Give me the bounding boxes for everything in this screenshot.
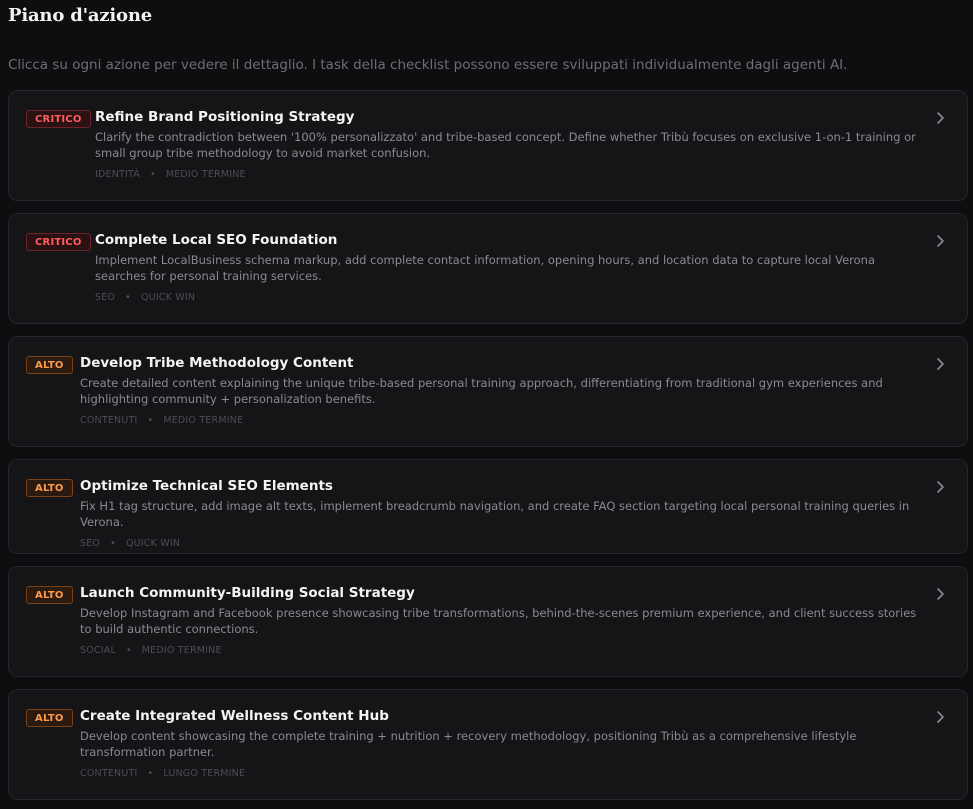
separator-dot: • — [125, 645, 132, 656]
chevron-right-icon[interactable] — [934, 480, 946, 494]
action-card[interactable]: ALTO Optimize Technical SEO Elements Fix… — [8, 459, 968, 554]
action-content: Refine Brand Positioning Strategy Clarif… — [95, 108, 921, 180]
action-meta: SEO • QUICK WIN — [95, 292, 921, 303]
action-card[interactable]: CRITICO Complete Local SEO Foundation Im… — [8, 213, 968, 324]
action-category: SOCIAL — [80, 645, 116, 656]
chevron-right-icon[interactable] — [934, 710, 946, 724]
priority-badge: CRITICO — [26, 110, 91, 128]
action-description: Develop content showcasing the complete … — [80, 729, 857, 759]
action-title: Complete Local SEO Foundation — [95, 232, 338, 248]
action-title: Create Integrated Wellness Content Hub — [80, 708, 389, 724]
action-card[interactable]: ALTO Develop Tribe Methodology Content C… — [8, 336, 968, 447]
separator-dot: • — [125, 292, 131, 303]
priority-badge: ALTO — [26, 356, 73, 374]
separator-dot: • — [147, 415, 154, 426]
page-title: Piano d'azione — [8, 5, 152, 26]
chevron-right-icon[interactable] — [934, 587, 946, 601]
action-card[interactable]: CRITICO Refine Brand Positioning Strateg… — [8, 90, 968, 201]
action-description: Create detailed content explaining the u… — [80, 376, 883, 406]
action-category: IDENTITÀ — [95, 169, 140, 180]
action-meta: CONTENUTI • LUNGO TERMINE — [80, 768, 921, 779]
chevron-right-icon[interactable] — [934, 234, 946, 248]
chevron-right-icon[interactable] — [934, 357, 946, 371]
priority-badge: ALTO — [26, 586, 73, 604]
action-timeframe: MEDIO TERMINE — [141, 645, 222, 656]
page-subtitle: Clicca su ogni azione per vedere il dett… — [8, 57, 848, 73]
priority-badge: CRITICO — [26, 233, 91, 251]
action-meta: SOCIAL • MEDIO TERMINE — [80, 645, 921, 656]
priority-badge: ALTO — [26, 479, 73, 497]
action-meta: IDENTITÀ • MEDIO TERMINE — [95, 169, 921, 180]
action-content: Launch Community-Building Social Strateg… — [80, 584, 921, 656]
action-title: Optimize Technical SEO Elements — [80, 478, 333, 494]
action-description: Clarify the contradiction between '100% … — [95, 130, 916, 160]
separator-dot: • — [110, 538, 116, 549]
action-meta: SEO • QUICK WIN — [80, 538, 921, 549]
action-timeframe: MEDIO TERMINE — [163, 415, 244, 426]
action-title: Develop Tribe Methodology Content — [80, 355, 354, 371]
action-title: Refine Brand Positioning Strategy — [95, 109, 355, 125]
action-description: Develop Instagram and Facebook presence … — [80, 606, 917, 636]
chevron-right-icon[interactable] — [934, 111, 946, 125]
action-meta: CONTENUTI • MEDIO TERMINE — [80, 415, 921, 426]
action-content: Create Integrated Wellness Content Hub D… — [80, 707, 921, 779]
action-category: SEO — [80, 538, 101, 549]
action-timeframe: QUICK WIN — [140, 292, 196, 303]
action-timeframe: LUNGO TERMINE — [163, 768, 246, 779]
action-content: Complete Local SEO Foundation Implement … — [95, 231, 921, 303]
action-plan-page: Piano d'azione Clicca su ogni azione per… — [0, 0, 973, 809]
action-category: CONTENUTI — [80, 768, 138, 779]
action-description: Implement LocalBusiness schema markup, a… — [95, 253, 876, 283]
action-timeframe: MEDIO TERMINE — [165, 169, 246, 180]
action-timeframe: QUICK WIN — [125, 538, 181, 549]
separator-dot: • — [147, 768, 154, 779]
action-list: CRITICO Refine Brand Positioning Strateg… — [8, 90, 968, 809]
action-title: Launch Community-Building Social Strateg… — [80, 585, 415, 601]
action-card[interactable]: ALTO Create Integrated Wellness Content … — [8, 689, 968, 800]
action-description: Fix H1 tag structure, add image alt text… — [80, 499, 910, 529]
action-content: Optimize Technical SEO Elements Fix H1 t… — [80, 477, 921, 549]
action-category: CONTENUTI — [80, 415, 138, 426]
action-content: Develop Tribe Methodology Content Create… — [80, 354, 921, 426]
priority-badge: ALTO — [26, 709, 73, 727]
action-category: SEO — [95, 292, 116, 303]
separator-dot: • — [150, 169, 156, 180]
action-card[interactable]: ALTO Launch Community-Building Social St… — [8, 566, 968, 677]
